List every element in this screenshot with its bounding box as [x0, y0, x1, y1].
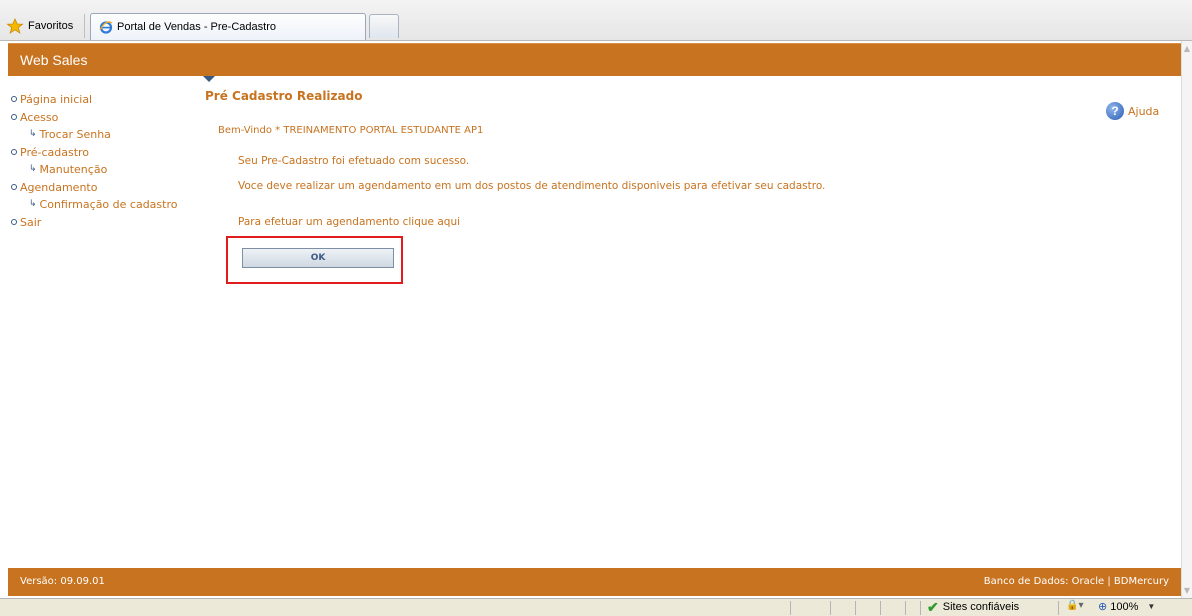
browser-status-bar: ✔ Sites confiáveis 🔒▾ ⊕ 100% ▼: [0, 598, 1192, 616]
help-label: Ajuda: [1128, 104, 1160, 118]
chevron-down-icon: ▼: [1147, 602, 1156, 611]
sidebar-subitem-trocar-senha[interactable]: ↳ Trocar Senha: [8, 125, 198, 143]
vertical-scrollbar[interactable]: [1181, 41, 1192, 598]
sidebar-item-sair[interactable]: Sair: [8, 213, 198, 231]
sidebar-item-label: Pré-cadastro: [20, 145, 90, 159]
browser-toolbar: Favoritos Portal de Vendas - Pre-Cadastr…: [0, 0, 1192, 41]
sidebar-item-pagina-inicial[interactable]: Página inicial: [8, 90, 198, 108]
status-divider: [1058, 601, 1059, 615]
sidebar-subitem-label: Manutenção: [39, 162, 108, 176]
database-info: Banco de Dados: Oracle | BDMercury: [983, 576, 1169, 587]
security-zone-label: Sites confiáveis: [942, 601, 1020, 613]
new-tab-button[interactable]: [369, 14, 399, 38]
protected-mode-icon[interactable]: 🔒▾: [1066, 600, 1083, 611]
success-message: Seu Pre-Cadastro foi efetuado com sucess…: [238, 155, 470, 167]
sidebar-subitem-manutencao[interactable]: ↳ Manutenção: [8, 160, 198, 178]
star-icon: [6, 18, 24, 34]
tab-title: Portal de Vendas - Pre-Cadastro: [117, 21, 276, 33]
zoom-level: 100%: [1110, 600, 1139, 613]
sidebar-item-label: Acesso: [20, 110, 59, 124]
sidebar-subitem-confirmacao-cadastro[interactable]: ↳ Confirmação de cadastro: [8, 195, 198, 213]
bullet-icon: [11, 219, 17, 225]
security-zone[interactable]: ✔ Sites confiáveis: [927, 600, 1019, 614]
schedule-link[interactable]: Para efetuar um agendamento clique aqui: [238, 216, 460, 228]
bullet-icon: [11, 96, 17, 102]
app-footer: Versão: 09.09.01 Banco de Dados: Oracle …: [8, 568, 1181, 596]
help-icon: ?: [1106, 102, 1124, 120]
menu-pointer-icon: [203, 76, 215, 82]
status-divider: [920, 601, 921, 615]
version-text: Versão: 09.09.01: [20, 576, 105, 587]
ie-icon: [99, 21, 113, 34]
status-divider: [855, 601, 856, 615]
sidebar-item-agendamento[interactable]: Agendamento: [8, 178, 198, 196]
sidebar-subitem-label: Trocar Senha: [39, 127, 111, 141]
status-divider: [905, 601, 906, 615]
status-divider: [830, 601, 831, 615]
sub-arrow-icon: ↳: [29, 164, 37, 174]
favorites-label: Favoritos: [28, 20, 74, 32]
sub-arrow-icon: ↳: [29, 199, 37, 209]
ok-button[interactable]: OK: [242, 248, 394, 268]
sidebar-item-acesso[interactable]: Acesso: [8, 108, 198, 126]
sidebar-item-label: Agendamento: [20, 180, 98, 194]
toolbar-divider: [84, 14, 85, 38]
bullet-icon: [11, 114, 17, 120]
app-header: Web Sales: [8, 43, 1181, 76]
bullet-icon: [11, 184, 17, 190]
zoom-control[interactable]: ⊕ 100% ▼: [1098, 600, 1156, 614]
status-divider: [880, 601, 881, 615]
browser-tab[interactable]: Portal de Vendas - Pre-Cadastro: [90, 13, 366, 40]
page-title: Pré Cadastro Realizado: [205, 89, 363, 103]
sidebar-item-label: Sair: [20, 215, 42, 229]
sidebar-subitem-label: Confirmação de cadastro: [39, 197, 178, 211]
bullet-icon: [11, 149, 17, 155]
sidebar-item-pre-cadastro[interactable]: Pré-cadastro: [8, 143, 198, 161]
sidebar-nav: Página inicial Acesso ↳ Trocar Senha Pré…: [8, 90, 198, 231]
checkmark-icon: ✔: [927, 599, 939, 615]
welcome-message: Bem-Vindo * TREINAMENTO PORTAL ESTUDANTE…: [218, 125, 484, 136]
scroll-up-icon[interactable]: ▲: [1182, 43, 1192, 55]
status-divider: [790, 601, 791, 615]
sub-arrow-icon: ↳: [29, 129, 37, 139]
app-title: Web Sales: [20, 52, 88, 68]
zoom-icon: ⊕: [1098, 601, 1108, 613]
help-link[interactable]: ? Ajuda: [1106, 102, 1159, 120]
instruction-message: Voce deve realizar um agendamento em um …: [238, 180, 826, 192]
scroll-down-icon[interactable]: ▼: [1182, 585, 1192, 597]
sidebar-item-label: Página inicial: [20, 92, 93, 106]
favorites-button[interactable]: Favoritos: [6, 15, 73, 37]
